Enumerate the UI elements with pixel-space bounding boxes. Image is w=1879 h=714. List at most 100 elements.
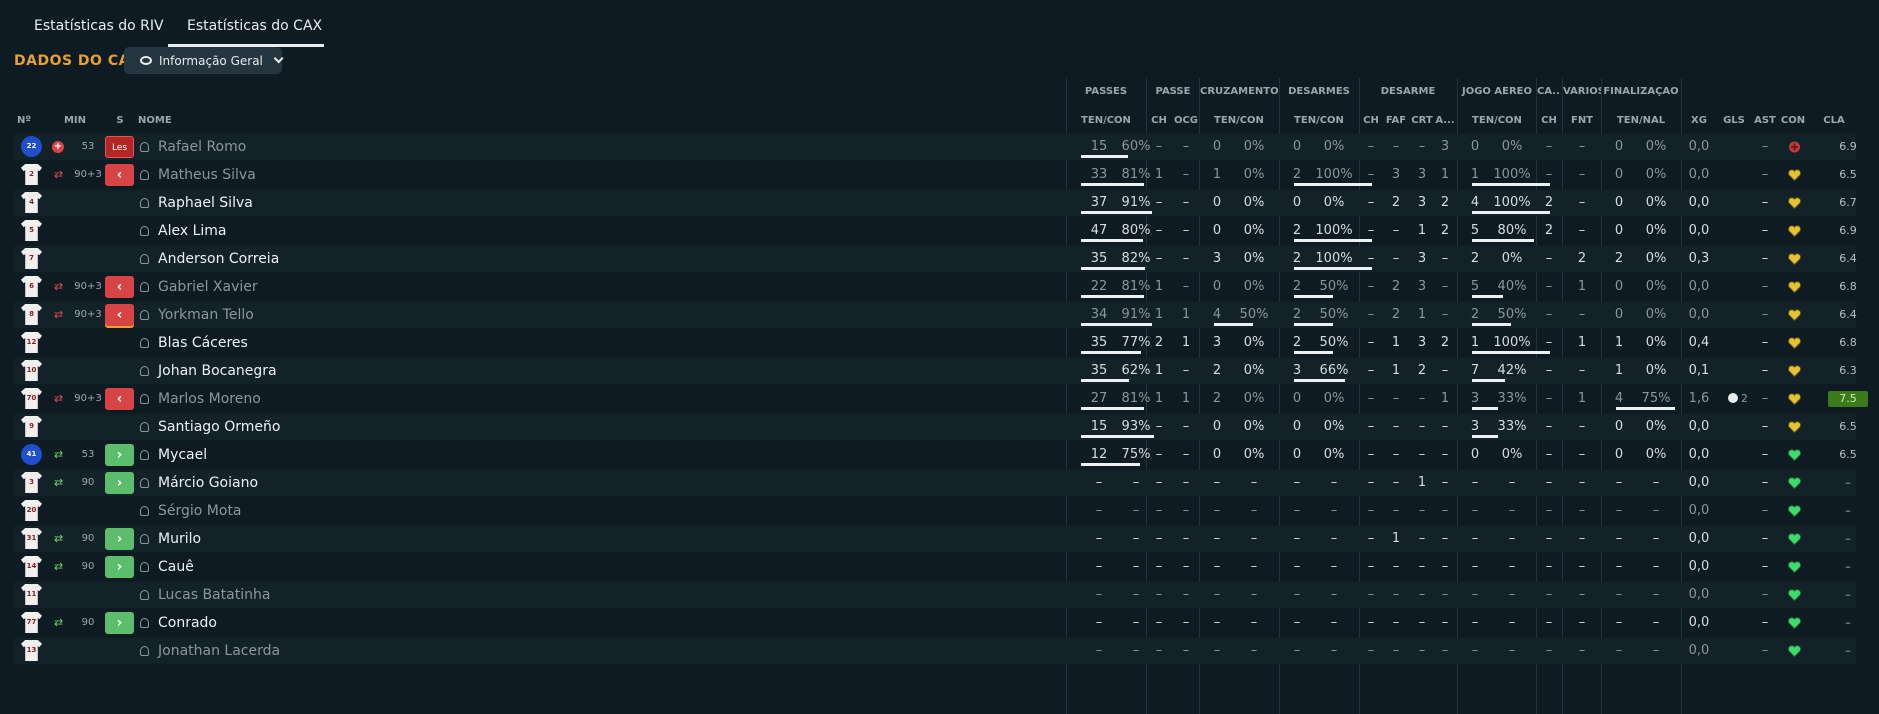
col-name[interactable]: NOME [138, 115, 178, 126]
col-desarme-faf[interactable]: FAF [1384, 115, 1408, 126]
col-desarme-a[interactable]: A... [1435, 115, 1455, 126]
table-row[interactable]: 70 ⇄ 90+3 ‹ Marlos Moreno 27 81% 1 1 2 0% 0 0% – – –1 3 3… [14, 386, 1868, 412]
sub-out-button[interactable]: ‹ [105, 276, 134, 298]
player-name[interactable]: Márcio Goiano [158, 470, 258, 496]
player-rating: – [1845, 476, 1851, 489]
stat-ast: – [1761, 195, 1769, 210]
col-rating[interactable]: CLA [1814, 115, 1854, 126]
stat-dch: – [1367, 531, 1375, 546]
player-name[interactable]: Alex Lima [158, 218, 226, 244]
player-name[interactable]: Raphael Silva [158, 190, 253, 216]
table-row[interactable]: 9 Santiago Ormeño 15 93% – –0 0% 0 0% – – – –3 33% – –0… [14, 414, 1857, 440]
stat-pch: 1 [1154, 363, 1164, 378]
table-row[interactable]: 41 ⇄ 53 › Mycael 12 75% – –0 0% 0 0% – – – –0 0% – –0 0% 0,0… [14, 442, 1857, 468]
sub-out-button[interactable]: ‹ [105, 304, 134, 326]
table-row[interactable]: 11 Lucas Batatinha – – – – – – – – – – – – – – – – – –0,0– – [14, 582, 1856, 608]
table-row[interactable]: 7 Anderson Correia 35 82% – –3 0% 2 100% – –3–2 0% –… [14, 246, 1857, 272]
col-xg[interactable]: XG [1682, 115, 1716, 126]
col-ca-ch[interactable]: CH [1537, 115, 1561, 126]
player-name[interactable]: Sérgio Mota [158, 498, 242, 524]
table-row[interactable]: 22 +53 Les Rafael Romo 15 60% – –0 0% 0 0% – – –3 0 0% –… [14, 134, 1857, 160]
player-name[interactable]: Matheus Silva [158, 162, 256, 188]
table-row[interactable]: 6 ⇄ 90+3 ‹ Gabriel Xavier 22 81% 1–0 0% 2 50% –2 3–5… [14, 274, 1857, 300]
stat-de2: – [1330, 587, 1338, 602]
col-passes-ten-con[interactable]: TEN/CON [1067, 115, 1145, 126]
stat-pch: – [1155, 139, 1163, 154]
player-name[interactable]: Murilo [158, 526, 201, 552]
player-name[interactable]: Jonathan Lacerda [158, 638, 280, 664]
col-number[interactable]: Nº [14, 115, 34, 126]
player-name[interactable]: Blas Cáceres [158, 330, 248, 356]
stat-cr2: – [1250, 559, 1258, 574]
table-row[interactable]: 2 ⇄ 90+3 ‹ Matheus Silva 33 81% 1–1 0% 2 100% –3 3 1 1… [14, 162, 1857, 188]
tab-riv-stats[interactable]: Estatísticas do RIV [34, 18, 164, 34]
table-row[interactable]: 8 ⇄ 90+3 ‹ Yorkman Tello 34 91% 1 1 4 50% 2 50% –2 1–2… [14, 302, 1857, 328]
col-passe-ocg[interactable]: OCG [1172, 115, 1200, 126]
progress-bar [1081, 155, 1128, 158]
player-name[interactable]: Anderson Correia [158, 246, 279, 272]
table-row[interactable]: 12 Blas Cáceres 35 77% 2 1 3 0% 2 50% –1 3 2 1 100% –1 1… [14, 330, 1857, 356]
sub-out-button[interactable]: ‹ [105, 388, 134, 410]
player-name[interactable]: Lucas Batatinha [158, 582, 270, 608]
col-desarme-ch[interactable]: CH [1360, 115, 1382, 126]
col-finalizacao-ten-nal[interactable]: TEN/NAL [1602, 115, 1680, 126]
sub-in-button[interactable]: › [105, 612, 134, 634]
col-passe-ch[interactable]: CH [1147, 115, 1171, 126]
player-name[interactable]: Santiago Ormeño [158, 414, 280, 440]
sub-in-button[interactable]: › [105, 444, 134, 466]
table-row[interactable]: 77 ⇄ 90 › Conrado – – – – – – – – – – – – – – – – – –0,0– – [14, 610, 1856, 636]
injury-badge[interactable]: Les [105, 136, 134, 158]
col-desarme-crt[interactable]: CRT [1410, 115, 1434, 126]
stat-xg: 0,0 [1688, 615, 1710, 630]
player-name[interactable]: Conrado [158, 610, 217, 636]
col-minutes[interactable]: MIN [58, 115, 92, 126]
col-cruz-ten-con[interactable]: TEN/CON [1200, 115, 1278, 126]
col-condition[interactable]: CON [1776, 115, 1810, 126]
person-icon [140, 282, 149, 292]
minutes: 53 [81, 141, 95, 152]
sub-in-button[interactable]: › [105, 556, 134, 578]
player-rating: – [1845, 588, 1851, 601]
col-varios-fnt[interactable]: FNT [1563, 115, 1601, 126]
condition-heart-icon [1788, 617, 1801, 629]
col-sub[interactable]: S [110, 115, 130, 126]
table-row[interactable]: 4 Raphael Silva 37 91% – –0 0% 0 0% –2 3 2 4 100% 2–0 0… [14, 190, 1857, 216]
player-name[interactable]: Johan Bocanegra [158, 358, 277, 384]
stat-vfnt: – [1578, 167, 1586, 182]
col-jogo-aereo-ten-con[interactable]: TEN/CON [1458, 115, 1536, 126]
table-row[interactable]: 3 ⇄ 90 › Márcio Goiano – – – – – – – – – –1– – – – – – –0,0–… [14, 470, 1856, 496]
sub-in-button[interactable]: › [105, 528, 134, 550]
player-name[interactable]: Marlos Moreno [158, 386, 261, 412]
person-icon [140, 254, 149, 264]
progress-bar [1081, 463, 1140, 466]
progress-bar [1472, 183, 1550, 186]
player-name[interactable]: Rafael Romo [158, 134, 246, 160]
table-row[interactable]: 14 ⇄ 90 › Cauê – – – – – – – – – – – – – – – – – –0,0– – [14, 554, 1856, 580]
table-row[interactable]: 20 Sérgio Mota – – – – – – – – – – – – – – – – – –0,0– – [14, 498, 1856, 524]
stat-cr2: 0% [1243, 279, 1265, 294]
stat-de1: – [1293, 587, 1301, 602]
tab-cax-stats[interactable]: Estatísticas do CAX [187, 18, 322, 34]
table-row[interactable]: 13 Jonathan Lacerda – – – – – – – – – – – – – – – – – –0,0–… [14, 638, 1856, 664]
stat-pocg: – [1182, 195, 1190, 210]
sub-in-button[interactable]: › [105, 472, 134, 494]
player-rating: 6.5 [1839, 420, 1857, 433]
progress-bar [1294, 239, 1372, 242]
stat-fi1: – [1615, 587, 1623, 602]
stat-de2: – [1330, 531, 1338, 546]
table-row[interactable]: 10 Johan Bocanegra 35 62% 1–2 0% 3 66% –1 2–7 42% –… [14, 358, 1857, 384]
player-name[interactable]: Mycael [158, 442, 207, 468]
col-goals[interactable]: GLS [1717, 115, 1751, 126]
player-name[interactable]: Cauê [158, 554, 194, 580]
player-name[interactable]: Gabriel Xavier [158, 274, 258, 300]
injury-cross-icon [1788, 141, 1801, 153]
col-desarmes-ten-con[interactable]: TEN/CON [1280, 115, 1358, 126]
sub-out-button[interactable]: ‹ [105, 164, 134, 186]
table-row[interactable]: 31 ⇄ 90 › Murilo – – – – – – – – –1– – – – – – – –0,0– – [14, 526, 1856, 552]
stat-dfaf: – [1392, 251, 1400, 266]
view-dropdown[interactable]: Informação Geral [124, 47, 284, 74]
player-name[interactable]: Yorkman Tello [158, 302, 254, 328]
stat-pch: – [1155, 447, 1163, 462]
table-row[interactable]: 5 Alex Lima 47 80% – –0 0% 2 100% – –1 2 5 80% 2–0 0% 0,… [14, 218, 1857, 244]
stat-dfaf: 2 [1391, 279, 1401, 294]
